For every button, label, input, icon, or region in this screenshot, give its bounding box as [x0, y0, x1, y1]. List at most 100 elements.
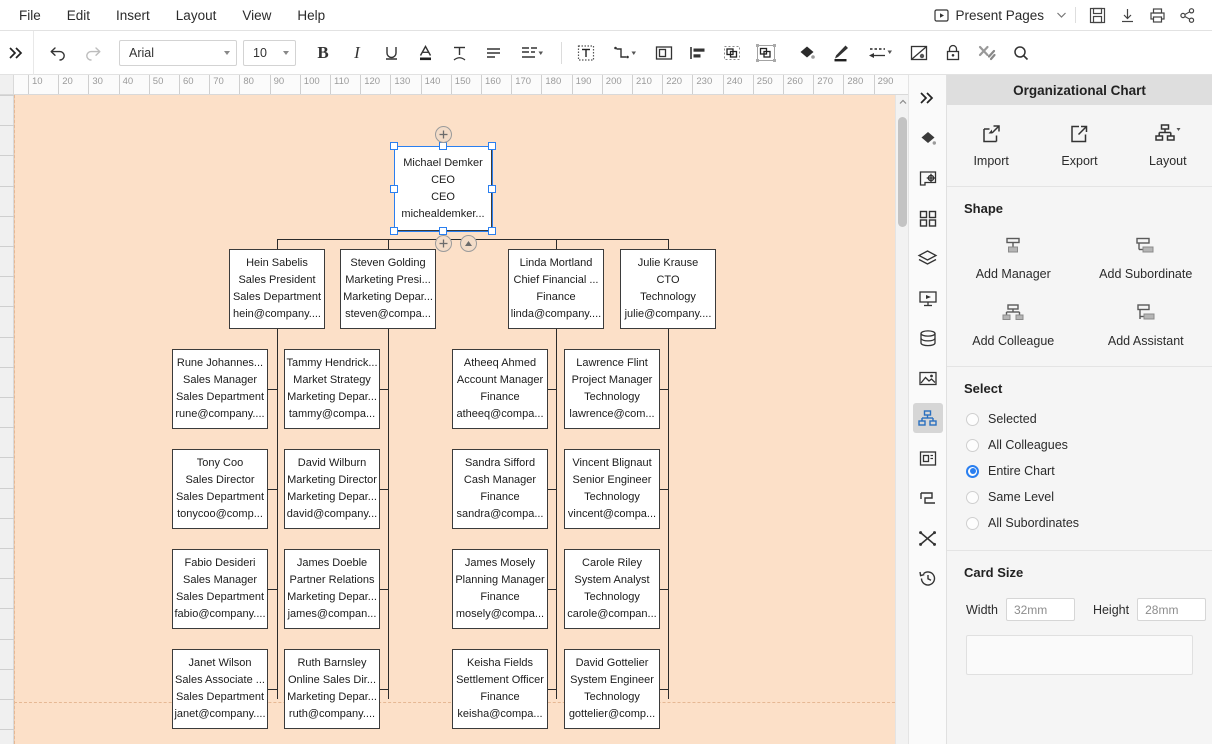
radio-entire-chart[interactable]: Entire Chart — [947, 458, 1212, 484]
org-node-david-g[interactable]: David Gottelier System Engineer Technology… — [564, 649, 660, 729]
org-node-vincent[interactable]: Vincent Blignaut Senior Engineer Technolog… — [564, 449, 660, 529]
line-color-icon[interactable] — [825, 38, 857, 68]
rail-history-icon[interactable] — [913, 563, 943, 593]
org-node-tony[interactable]: Tony Coo Sales Director Sales Department to… — [172, 449, 268, 529]
menu-help[interactable]: Help — [284, 3, 338, 28]
rail-presentation-icon[interactable] — [913, 283, 943, 313]
org-node-fabio[interactable]: Fabio Desideri Sales Manager Sales Departm… — [172, 549, 268, 629]
share-icon[interactable] — [1172, 3, 1202, 27]
resize-handle[interactable] — [488, 142, 496, 150]
connector-icon[interactable] — [604, 38, 646, 68]
redo-icon[interactable] — [76, 38, 108, 68]
font-size-select[interactable]: 10 — [243, 39, 296, 66]
org-node-james-d[interactable]: James Doeble Partner Relations Marketing D… — [284, 549, 380, 629]
line-spacing-icon[interactable] — [511, 38, 553, 68]
add-colleague-button[interactable]: Add Colleague — [947, 299, 1080, 352]
import-button[interactable]: Import — [947, 119, 1035, 172]
present-pages-button[interactable]: Present Pages — [928, 4, 1050, 27]
org-node-steven[interactable]: Steven Golding Marketing Presi... Marketin… — [340, 249, 436, 329]
radio-selected[interactable]: Selected — [947, 406, 1212, 432]
tools-icon[interactable] — [971, 38, 1003, 68]
org-node-keisha[interactable]: Keisha Fields Settlement Officer Finance ke… — [452, 649, 548, 729]
download-icon[interactable] — [1112, 3, 1142, 27]
group-icon[interactable] — [716, 38, 748, 68]
rail-shuffle-icon[interactable] — [913, 523, 943, 553]
org-node-tammy[interactable]: Tammy Hendrick... Market Strategy Marketin… — [284, 349, 380, 429]
resize-handle[interactable] — [439, 227, 447, 235]
org-node-hein[interactable]: Hein Sabelis Sales President Sales Departm… — [229, 249, 325, 329]
italic-button[interactable]: I — [341, 38, 373, 68]
rail-double-chevron-right-icon[interactable] — [913, 83, 943, 113]
resize-handle[interactable] — [488, 184, 496, 193]
canvas[interactable]: Michael Demker CEO CEO michealdemker... Hein… — [14, 95, 895, 744]
rail-swimlane-icon[interactable] — [913, 483, 943, 513]
resize-handle[interactable] — [390, 184, 398, 193]
lock-icon[interactable] — [937, 38, 969, 68]
org-node-linda[interactable]: Linda Mortland Chief Financial ... Finance… — [508, 249, 604, 329]
org-node-ceo[interactable]: Michael Demker CEO CEO michealdemker... — [394, 146, 492, 231]
align-text-icon[interactable] — [477, 38, 509, 68]
org-node-atheeq[interactable]: Atheeq Ahmed Account Manager Finance atheeq… — [452, 349, 548, 429]
org-node-lawrence[interactable]: Lawrence Flint Project Manager Technology l… — [564, 349, 660, 429]
add-node-icon[interactable] — [434, 234, 452, 252]
frame-icon[interactable] — [648, 38, 680, 68]
underline-icon[interactable] — [375, 38, 407, 68]
search-icon[interactable] — [1005, 38, 1037, 68]
rail-image-icon[interactable] — [913, 363, 943, 393]
layout-button[interactable]: Layout — [1124, 119, 1212, 172]
rail-shape-settings-icon[interactable] — [913, 163, 943, 193]
resize-handle[interactable] — [390, 227, 398, 235]
align-objects-icon[interactable] — [682, 38, 714, 68]
org-node-rune[interactable]: Rune Johannes... Sales Manager Sales Depar… — [172, 349, 268, 429]
scrollbar-thumb[interactable] — [898, 117, 907, 227]
arrow-style-icon[interactable] — [859, 38, 901, 68]
org-node-ruth[interactable]: Ruth Barnsley Online Sales Dir... Marketin… — [284, 649, 380, 729]
fill-color-icon[interactable] — [791, 38, 823, 68]
org-node-julie[interactable]: Julie Krause CTO Technology julie@company..… — [620, 249, 716, 329]
rail-fill-color-icon[interactable] — [913, 123, 943, 153]
radio-same-level[interactable]: Same Level — [947, 484, 1212, 510]
menu-edit[interactable]: Edit — [54, 3, 103, 28]
resize-handle[interactable] — [390, 142, 398, 150]
org-node-david-w[interactable]: David Wilburn Marketing Director Marketing… — [284, 449, 380, 529]
present-pages-dropdown[interactable] — [1050, 7, 1076, 23]
menu-insert[interactable]: Insert — [103, 3, 163, 28]
undo-icon[interactable] — [42, 38, 74, 68]
text-effect-icon[interactable] — [443, 38, 475, 68]
add-node-icon[interactable] — [434, 125, 452, 143]
page[interactable]: Michael Demker CEO CEO michealdemker... Hein… — [14, 95, 895, 744]
rail-layers-icon[interactable] — [913, 243, 943, 273]
card-fields-panel[interactable] — [966, 635, 1193, 675]
menu-file[interactable]: File — [6, 3, 54, 28]
rail-symbols-icon[interactable] — [913, 203, 943, 233]
resize-handle[interactable] — [488, 227, 496, 235]
add-subordinate-button[interactable]: Add Subordinate — [1080, 232, 1212, 285]
save-icon[interactable] — [1082, 3, 1112, 27]
rail-database-icon[interactable] — [913, 323, 943, 353]
canvas-vertical-scrollbar[interactable] — [895, 95, 908, 744]
add-assistant-button[interactable]: Add Assistant — [1080, 299, 1212, 352]
org-node-sandra[interactable]: Sandra Sifford Cash Manager Finance sandra@… — [452, 449, 548, 529]
radio-all-colleagues[interactable]: All Colleagues — [947, 432, 1212, 458]
card-width-input[interactable]: 32mm — [1005, 598, 1075, 621]
group2-icon[interactable] — [750, 38, 782, 68]
menu-view[interactable]: View — [229, 3, 284, 28]
text-box-icon[interactable] — [570, 38, 602, 68]
org-node-carole[interactable]: Carole Riley System Analyst Technology caro… — [564, 549, 660, 629]
theme-icon[interactable] — [903, 38, 935, 68]
rail-org-chart-icon[interactable] — [912, 403, 943, 433]
org-node-janet[interactable]: Janet Wilson Sales Associate ... Sales Dep… — [172, 649, 268, 729]
rail-container-icon[interactable] — [913, 443, 943, 473]
menu-layout[interactable]: Layout — [163, 3, 230, 28]
toolbar-expand-icon[interactable] — [0, 30, 34, 75]
resize-handle[interactable] — [439, 142, 447, 150]
org-node-james-m[interactable]: James Mosely Planning Manager Finance mosel… — [452, 549, 548, 629]
collapse-node-icon[interactable] — [459, 234, 477, 252]
font-family-select[interactable]: Arial — [119, 39, 237, 66]
radio-all-subordinates[interactable]: All Subordinates — [947, 510, 1212, 536]
bold-button[interactable]: B — [307, 38, 339, 68]
font-color-icon[interactable] — [409, 38, 441, 68]
export-button[interactable]: Export — [1035, 119, 1123, 172]
card-height-input[interactable]: 28mm — [1137, 598, 1207, 621]
add-manager-button[interactable]: Add Manager — [947, 232, 1080, 285]
